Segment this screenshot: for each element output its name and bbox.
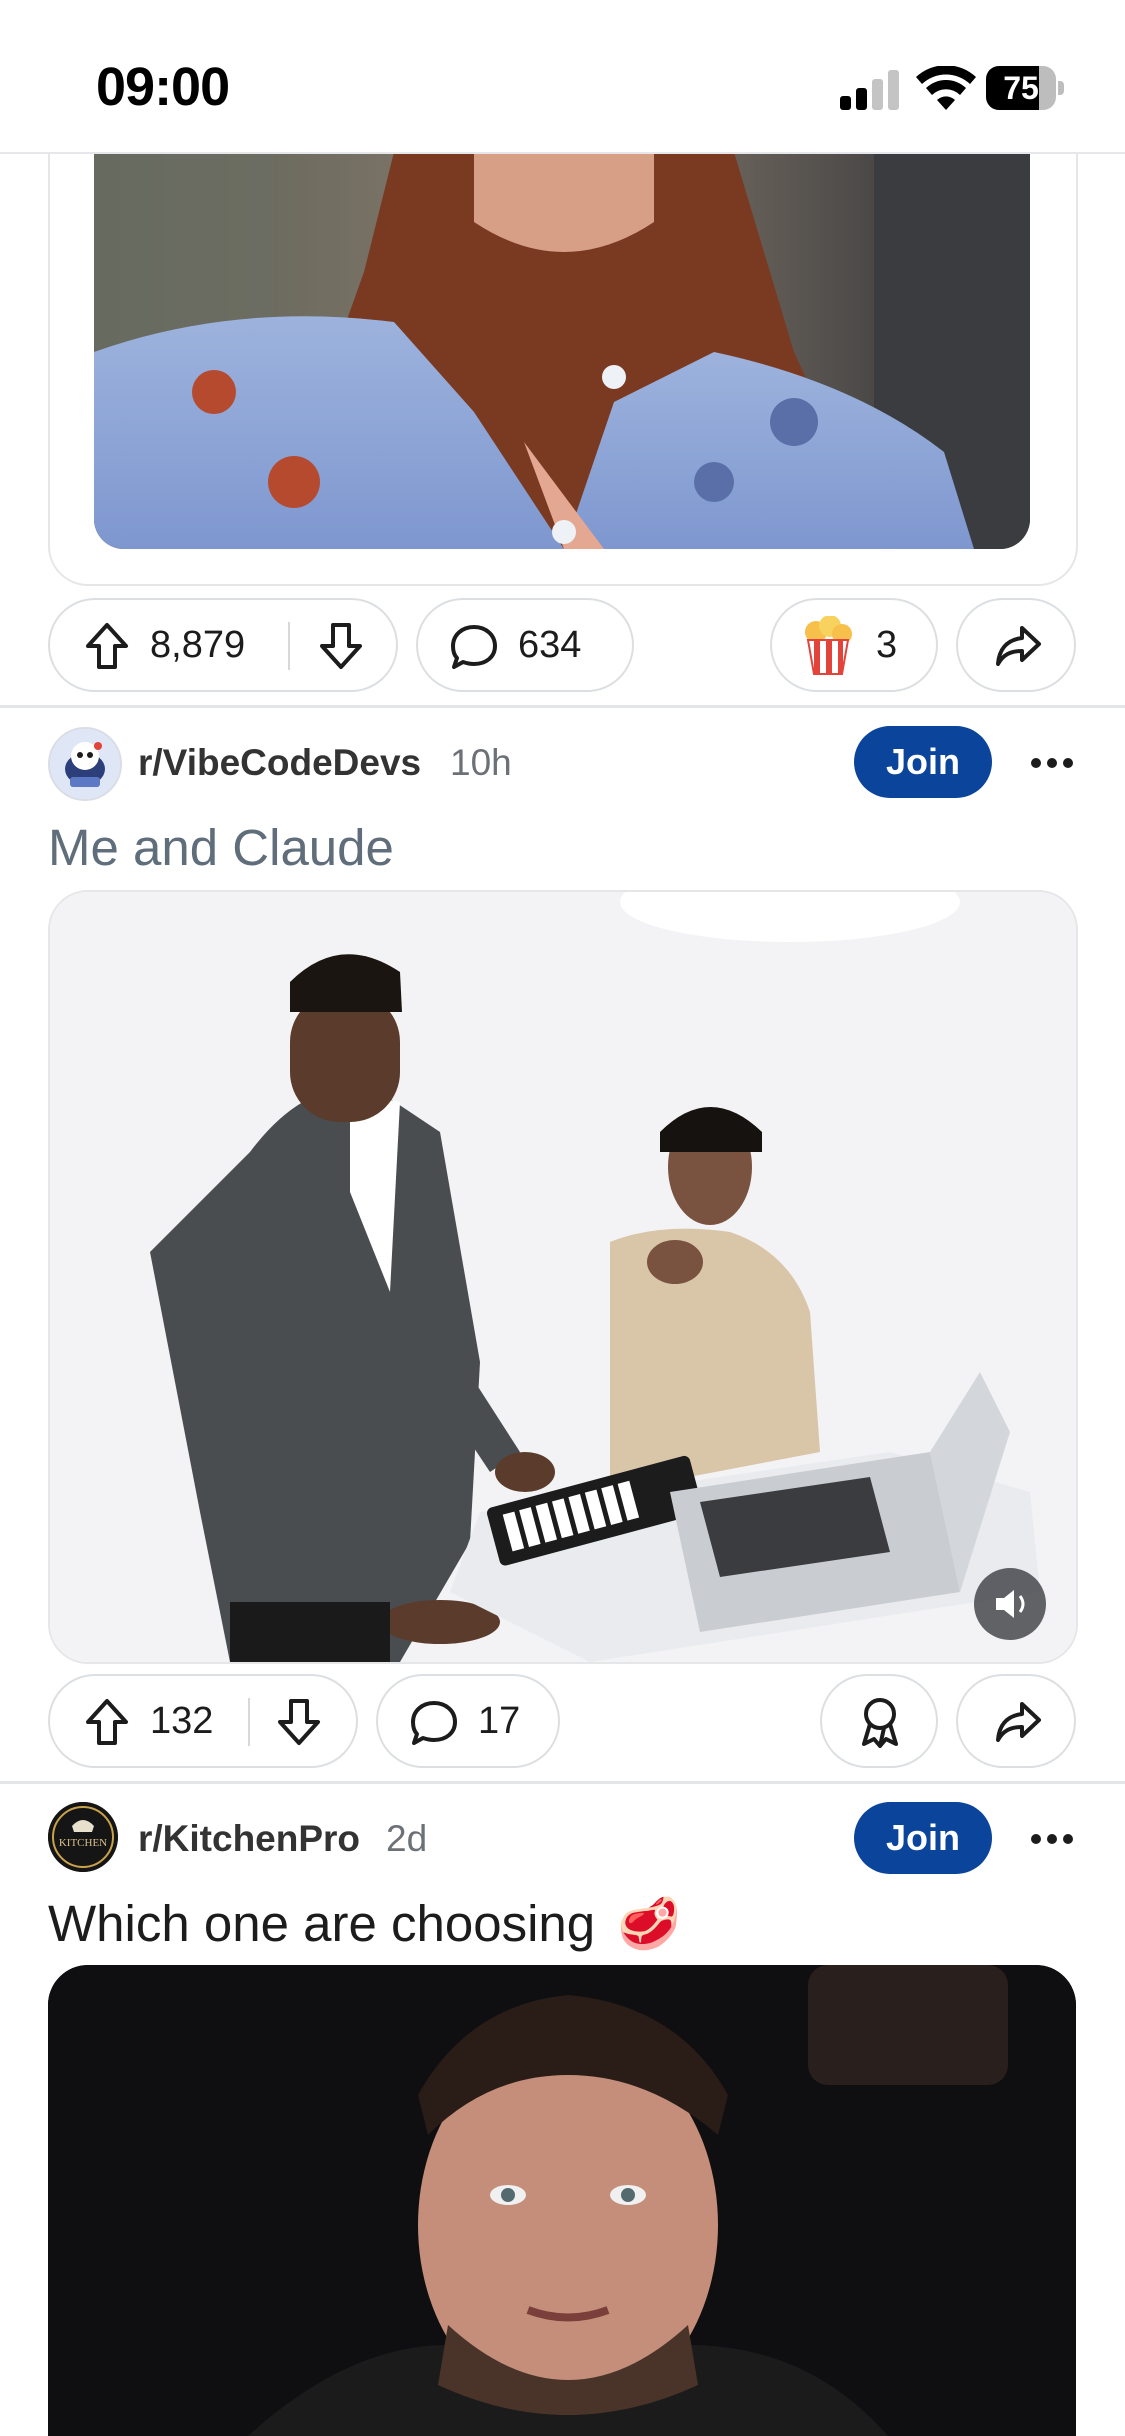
status-time: 09:00 [96, 57, 230, 117]
post-title-text: Which one are choosing [48, 1895, 596, 1952]
post-time: 10h [450, 742, 512, 783]
more-options-icon[interactable] [1022, 748, 1082, 778]
post-2-comments-button[interactable]: 17 [376, 1674, 560, 1768]
post-3-media[interactable] [48, 1965, 1076, 2436]
post-1-share-button[interactable] [956, 598, 1076, 692]
comment-count: 634 [518, 624, 582, 666]
comment-icon [451, 625, 497, 669]
post-separator [0, 1781, 1125, 1784]
award-count: 3 [876, 624, 898, 666]
subreddit-avatar[interactable]: KITCHEN [48, 1802, 118, 1872]
post-time: 2d [386, 1818, 428, 1859]
cellular-signal-icon [840, 70, 899, 110]
sound-icon [996, 1590, 1025, 1618]
post-2-share-button[interactable] [956, 1674, 1076, 1768]
post-2-award-button[interactable] [820, 1674, 938, 1768]
award-ribbon-icon [862, 1698, 898, 1748]
post-1-comments-button[interactable]: 634 [416, 598, 634, 692]
upvote-icon[interactable] [84, 1698, 130, 1746]
battery-indicator: 75 [986, 66, 1066, 110]
upvote-count: 132 [150, 1700, 214, 1742]
comment-icon [411, 1701, 457, 1745]
post-separator [0, 705, 1125, 708]
more-options-icon[interactable] [1022, 1824, 1082, 1854]
upvote-count: 8,879 [150, 624, 246, 666]
share-icon [996, 1702, 1041, 1742]
post-3-image [48, 1965, 1076, 2436]
share-icon [996, 626, 1041, 666]
post-title[interactable]: Which one are choosing 🥩 [48, 1894, 681, 1954]
steak-emoji: 🥩 [617, 1895, 681, 1952]
comment-count: 17 [478, 1700, 521, 1742]
join-button[interactable]: Join [854, 1802, 992, 1874]
post-1-award-button[interactable]: 3 [770, 598, 938, 692]
wifi-icon [916, 66, 976, 110]
popcorn-award-icon [805, 616, 852, 675]
audio-toggle-button[interactable] [974, 1568, 1046, 1640]
post-title[interactable]: Me and Claude [48, 818, 394, 877]
post-2-media[interactable] [48, 890, 1078, 1664]
post-2-vote-pill: 132 [48, 1674, 358, 1768]
upvote-icon[interactable] [84, 622, 130, 670]
subreddit-name[interactable]: r/KitchenPro [138, 1818, 360, 1860]
post-2-image [50, 892, 1076, 1662]
status-bar: 09:00 75 [0, 0, 1125, 154]
avatar-logo-text: KITCHEN [59, 1837, 107, 1849]
post-1-vote-pill: 8,879 [48, 598, 398, 692]
battery-level: 75 [1003, 70, 1039, 106]
join-button[interactable]: Join [854, 726, 992, 798]
subreddit-avatar[interactable] [48, 727, 122, 801]
downvote-icon[interactable] [276, 1698, 322, 1746]
post-1-image[interactable] [94, 152, 1030, 549]
subreddit-name[interactable]: r/VibeCodeDevs [138, 742, 421, 784]
downvote-icon[interactable] [318, 622, 364, 670]
